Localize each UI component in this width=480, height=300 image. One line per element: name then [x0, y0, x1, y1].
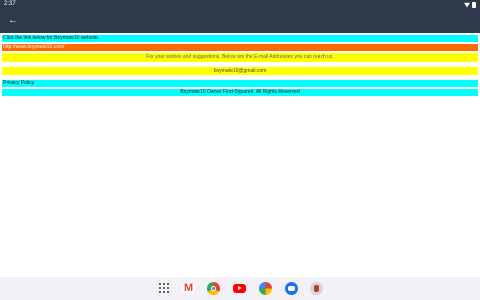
status-icons	[464, 0, 476, 9]
status-bar: 2:37	[0, 0, 480, 9]
battery-icon	[472, 1, 476, 8]
chrome-icon[interactable]	[207, 282, 220, 295]
website-link[interactable]: http://www.boymate10.com/	[2, 44, 478, 51]
website-intro-text: Click the link below for Boymate10 websi…	[2, 35, 478, 42]
email-link[interactable]: boymate10@gmail.com	[2, 67, 478, 75]
gmail-icon[interactable]	[182, 282, 195, 295]
status-time: 2:37	[4, 1, 16, 7]
back-arrow-icon[interactable]: ←	[6, 14, 20, 28]
app-bar: ←	[0, 9, 480, 33]
privacy-policy-link[interactable]: Privacy Policy	[2, 80, 478, 87]
youtube-icon[interactable]	[233, 284, 246, 293]
email-intro-text: For your wishes and suggestions, Below a…	[2, 53, 478, 62]
photos-icon[interactable]	[259, 282, 272, 295]
messages-icon[interactable]	[285, 282, 298, 295]
copyright-text: Boymate10 Owner Find-Squared. All Rights…	[2, 89, 478, 96]
wifi-icon	[464, 2, 470, 8]
avatar-icon[interactable]	[310, 282, 323, 295]
navigation-dock	[0, 277, 480, 300]
apps-grid-icon[interactable]	[159, 283, 169, 293]
